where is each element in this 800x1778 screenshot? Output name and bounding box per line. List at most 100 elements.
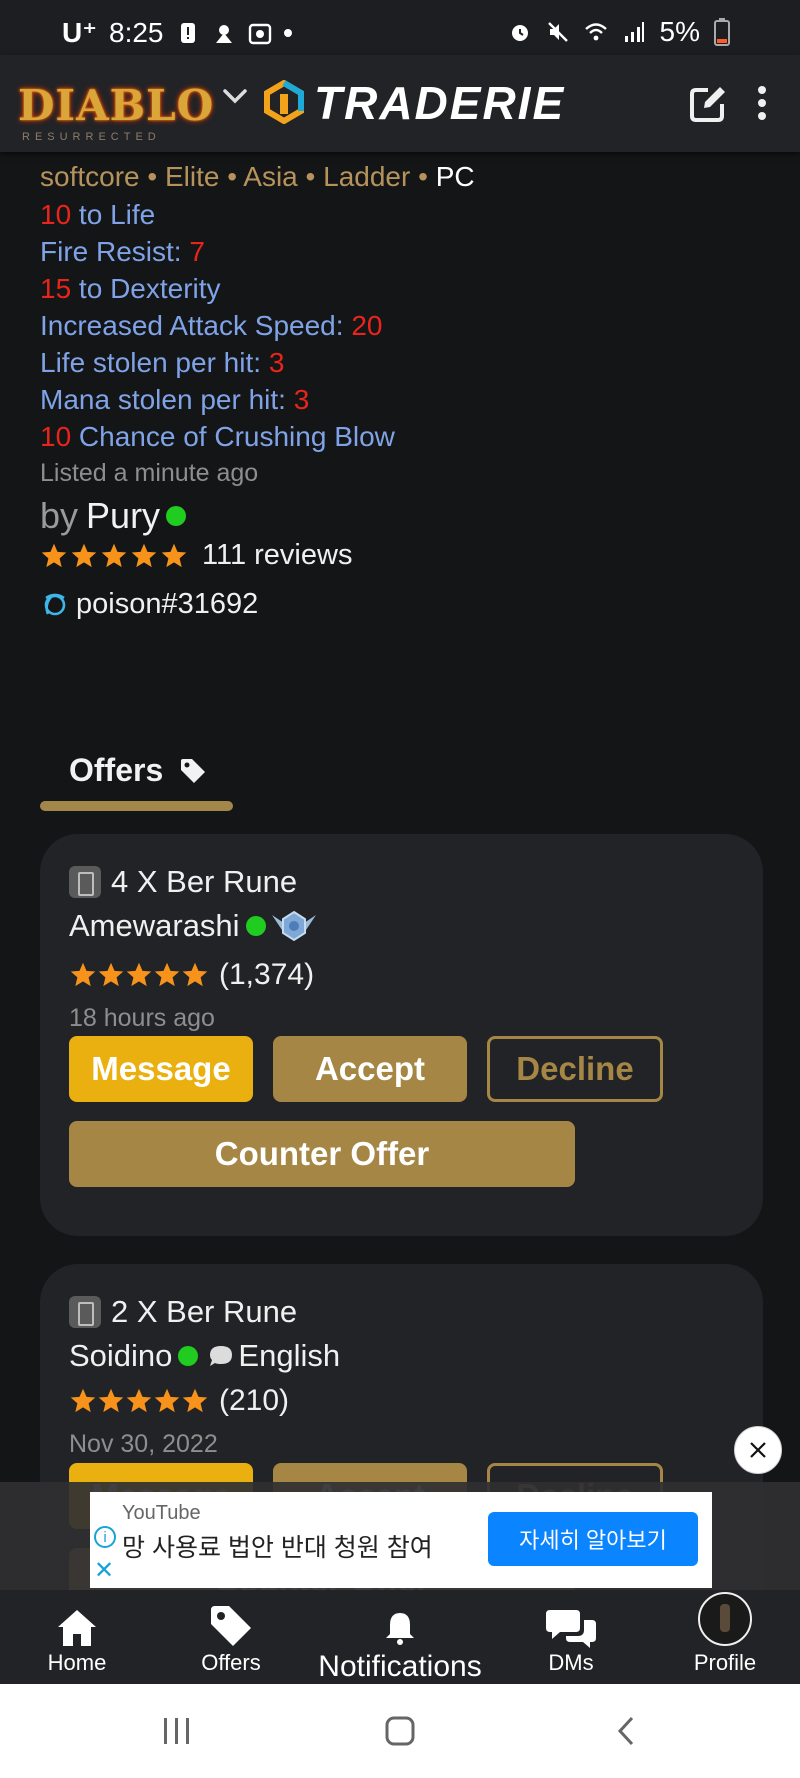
- nav-home[interactable]: Home: [36, 1590, 118, 1684]
- stat-line: Mana stolen per hit: 3: [40, 384, 310, 415]
- seller-row: by Pury: [40, 493, 760, 539]
- review-count[interactable]: 111 reviews: [202, 539, 352, 572]
- rune-icon: [69, 1296, 101, 1328]
- star-icon: [70, 1388, 96, 1413]
- by-label: by: [40, 495, 79, 536]
- tag-icon: [181, 758, 206, 783]
- battery-percent: 5%: [659, 16, 700, 47]
- tag-icon: [211, 1606, 251, 1646]
- diablo-logo-subtitle: RESURRECTED: [22, 131, 161, 143]
- signal-icon: [624, 22, 644, 42]
- stat-line: Increased Attack Speed: 20: [40, 310, 383, 341]
- counter-offer-button[interactable]: Counter Offer: [69, 1121, 575, 1187]
- offer-item-name: 2 X Ber Rune: [111, 1294, 298, 1329]
- app-notification-icon: [215, 24, 232, 43]
- decline-button[interactable]: Decline: [487, 1036, 663, 1102]
- chevron-down-icon[interactable]: [222, 86, 248, 108]
- star-icon: [101, 543, 127, 567]
- battlenet-icon: [44, 593, 66, 615]
- carrier-label: U⁺: [62, 17, 97, 48]
- online-status-icon: [245, 916, 266, 936]
- ad-source: YouTube: [122, 1502, 201, 1524]
- nav-offers[interactable]: Offers: [190, 1590, 272, 1684]
- battlenet-id[interactable]: poison#31692: [76, 588, 258, 621]
- battery-icon: [714, 18, 730, 46]
- stat-line: 15 to Dexterity: [40, 273, 221, 304]
- offer-card: 4 X Ber Rune Amewarashi (1,374) 18 hours…: [40, 834, 763, 1236]
- accept-button[interactable]: Accept: [273, 1036, 467, 1102]
- ad-text: 망 사용료 법안 반대 청원 참여: [122, 1534, 433, 1562]
- more-notifications-dot: [283, 28, 292, 37]
- offer-item[interactable]: 4 X Ber Rune: [69, 864, 297, 900]
- star-icon: [161, 543, 187, 567]
- tab-offers[interactable]: Offers: [69, 752, 207, 789]
- offer-user-rating[interactable]: (210): [69, 1384, 289, 1418]
- seller-name[interactable]: Pury: [86, 493, 160, 539]
- star-icon: [182, 962, 208, 987]
- home-button-icon[interactable]: [383, 1714, 417, 1748]
- offer-username[interactable]: Soidino: [69, 1338, 172, 1374]
- offer-time: Nov 30, 2022: [69, 1430, 218, 1458]
- tag-platform[interactable]: PC: [436, 161, 475, 192]
- message-button[interactable]: Message: [69, 1036, 253, 1102]
- online-status-icon: [166, 506, 187, 526]
- stat-line: 10 Chance of Crushing Blow: [40, 421, 395, 452]
- star-icon: [70, 962, 96, 987]
- nav-notifications[interactable]: Notifications: [300, 1590, 500, 1684]
- diablo-logo[interactable]: DIABLO RESURRECTED: [18, 63, 213, 153]
- recent-apps-icon[interactable]: [160, 1714, 194, 1748]
- close-ad-button[interactable]: [734, 1426, 782, 1474]
- nav-dms[interactable]: DMs: [530, 1590, 612, 1684]
- listed-time: Listed a minute ago: [40, 459, 259, 487]
- rating-count: (210): [219, 1384, 290, 1417]
- listing-details: softcore • Elite • Asia • Ladder • PC 10…: [40, 150, 760, 621]
- tag-ladder[interactable]: Ladder: [323, 161, 410, 192]
- rune-icon: [69, 866, 101, 898]
- offer-time: 18 hours ago: [69, 1004, 215, 1032]
- nav-dms-label: DMs: [548, 1650, 594, 1675]
- star-icon: [182, 1388, 208, 1413]
- bell-icon: [386, 1613, 414, 1645]
- ad-info-icon[interactable]: i: [94, 1526, 116, 1548]
- offer-item[interactable]: 2 X Ber Rune: [69, 1294, 297, 1330]
- back-icon[interactable]: [610, 1714, 644, 1748]
- speech-bubble-icon: [210, 1346, 233, 1366]
- online-status-icon: [178, 1346, 199, 1366]
- brand-name[interactable]: TRADERIE: [314, 76, 565, 130]
- stat-line: Life stolen per hit: 3: [40, 347, 285, 378]
- star-icon: [154, 962, 180, 987]
- star-icon: [126, 1388, 152, 1413]
- alarm-icon: [511, 25, 528, 41]
- offer-item-name: 4 X Ber Rune: [111, 864, 298, 899]
- ad-close-icon[interactable]: ✕: [94, 1556, 114, 1585]
- chat-bubbles-icon: [546, 1610, 596, 1648]
- diablo-logo-title: DIABLO: [18, 81, 215, 130]
- tag-difficulty[interactable]: Elite: [165, 161, 219, 192]
- kebab-menu-icon[interactable]: [752, 84, 772, 124]
- seller-rating[interactable]: 111 reviews: [40, 539, 760, 572]
- ad-cta-button[interactable]: 자세히 알아보기: [488, 1512, 698, 1566]
- star-icon: [131, 543, 157, 567]
- gallery-icon: [248, 23, 271, 44]
- tab-offers-label: Offers: [69, 752, 164, 788]
- nav-profile[interactable]: Profile: [680, 1590, 770, 1684]
- alert-icon: [180, 22, 195, 43]
- listing-tags: softcore • Elite • Asia • Ladder • PC: [40, 161, 475, 192]
- tag-mode[interactable]: softcore: [40, 161, 140, 192]
- traderie-logo-icon[interactable]: [262, 80, 306, 124]
- edit-icon[interactable]: [688, 84, 728, 124]
- tag-region[interactable]: Asia: [243, 161, 297, 192]
- battlenet-id-row: poison#31692: [40, 588, 760, 621]
- close-icon: [750, 1442, 766, 1458]
- nav-notifications-label: Notifications: [318, 1650, 482, 1683]
- ad-banner[interactable]: i ✕ YouTube 망 사용료 법안 반대 청원 참여 자세히 알아보기: [90, 1492, 712, 1588]
- badge-icon: [271, 910, 316, 942]
- star-icon: [126, 962, 152, 987]
- star-icon: [41, 543, 67, 567]
- bottom-nav: Home Offers Notifications DMs Profile: [0, 1590, 800, 1684]
- offer-username[interactable]: Amewarashi: [69, 908, 240, 944]
- star-icon: [71, 543, 97, 567]
- language-indicator: English: [208, 1338, 340, 1374]
- rating-count: (1,374): [219, 958, 315, 991]
- offer-user-rating[interactable]: (1,374): [69, 958, 314, 992]
